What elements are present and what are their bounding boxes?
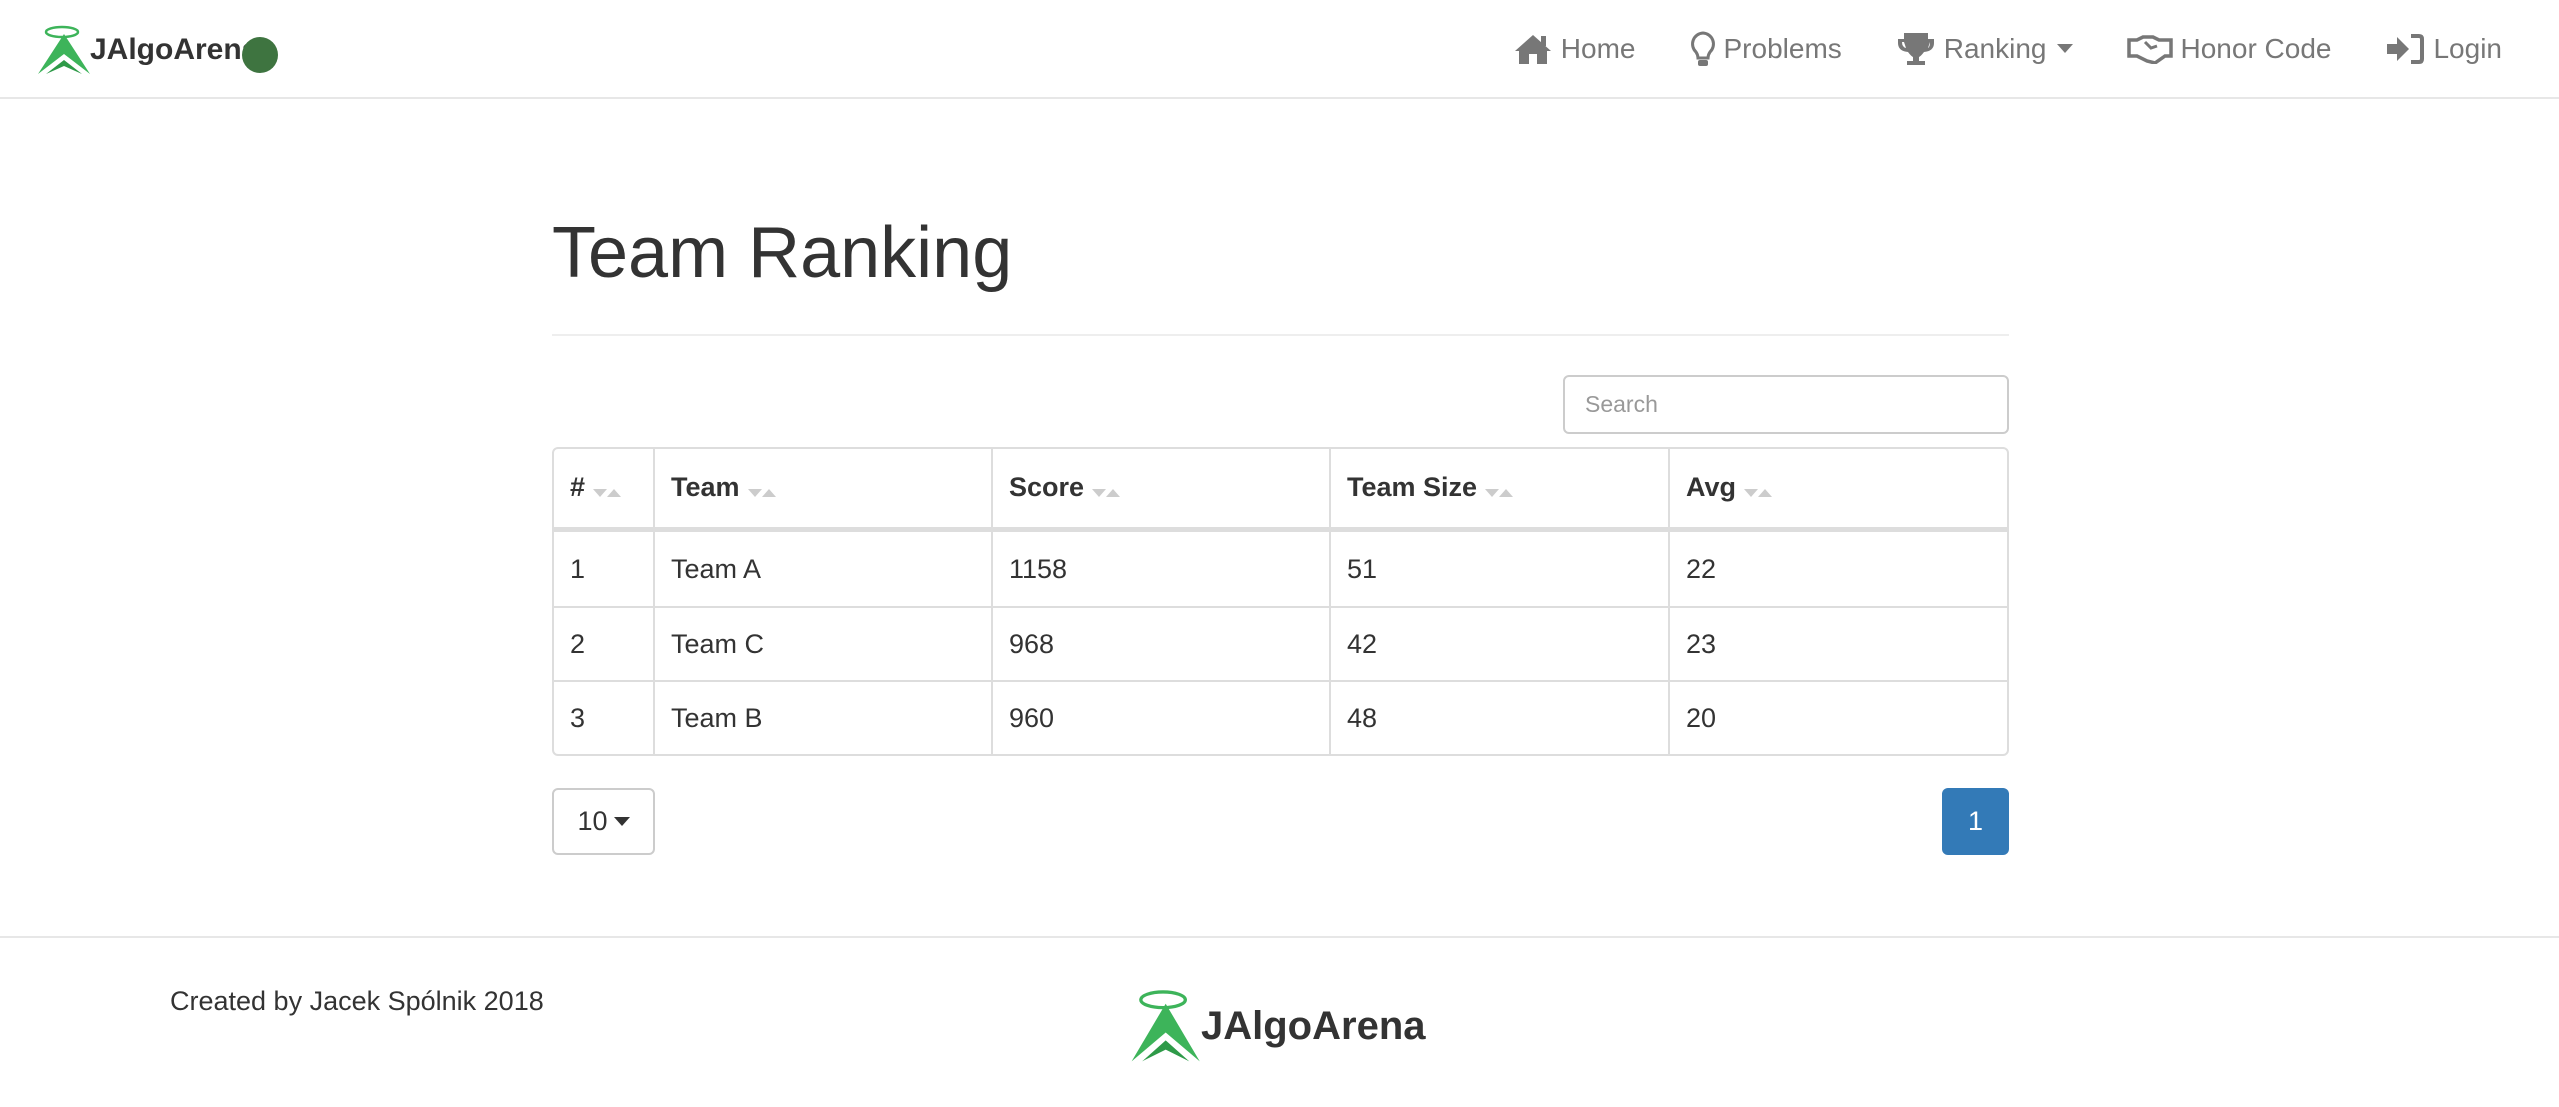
pagination-page-1[interactable]: 1: [1942, 788, 2009, 855]
cell-score: 968: [993, 606, 1331, 680]
search-input[interactable]: [1563, 375, 2009, 434]
cell-rank: 3: [554, 680, 655, 754]
sort-icon: [1744, 473, 1773, 504]
footer: Created by Jacek Spólnik 2018 JAlgoArena: [0, 936, 2559, 1107]
sort-icon: [747, 473, 776, 504]
divider: [552, 334, 2009, 336]
column-header-avg[interactable]: Avg: [1670, 449, 2007, 532]
handshake-icon: [2126, 34, 2173, 64]
cell-team: Team C: [655, 606, 993, 680]
nav-problems-label: Problems: [1723, 32, 1842, 64]
page-size-dropdown[interactable]: 10: [552, 788, 655, 855]
page-title: Team Ranking: [552, 213, 1013, 293]
cell-team-size: 51: [1331, 532, 1670, 606]
cell-avg: 23: [1670, 606, 2007, 680]
nav-login-label: Login: [2433, 32, 2502, 64]
table-row: 2 Team C 968 42 23: [554, 606, 2007, 680]
nav-honor-code-label: Honor Code: [2180, 32, 2332, 64]
cell-rank: 1: [554, 532, 655, 606]
chevron-down-icon: [2056, 44, 2073, 53]
home-icon: [1514, 34, 1551, 64]
footer-logo-text: JAlgoArena: [1201, 1003, 1426, 1048]
table-row: 3 Team B 960 48 20: [554, 680, 2007, 754]
column-header-team[interactable]: Team: [655, 449, 993, 532]
cell-team-size: 48: [1331, 680, 1670, 754]
logo-icon: [38, 25, 90, 74]
brand-name: JAlgoArena: [90, 33, 259, 66]
lightbulb-icon: [1690, 30, 1715, 66]
cell-team: Team B: [655, 680, 993, 754]
footer-credit: Created by Jacek Spólnik 2018: [170, 986, 544, 1016]
column-header-score[interactable]: Score: [993, 449, 1331, 532]
logo-icon: [1131, 990, 1200, 1062]
navbar: JAlgoArena Home Problems Ranking Honor C…: [0, 0, 2559, 99]
cell-team-size: 42: [1331, 606, 1670, 680]
cell-avg: 22: [1686, 553, 1717, 584]
nav-home-label: Home: [1560, 32, 1636, 64]
table-header-row: # Team Score Team Size Avg: [554, 449, 2007, 532]
column-header-team-size[interactable]: Team Size: [1331, 449, 1670, 532]
sort-icon: [593, 473, 622, 504]
cell-team: Team A: [655, 532, 993, 606]
column-header-rank[interactable]: #: [554, 449, 655, 532]
table-row: 1 Team A 1158 51 22: [554, 532, 2007, 606]
status-indicator: [242, 37, 278, 73]
nav-home[interactable]: Home: [1486, 33, 1663, 65]
sign-in-icon: [2387, 33, 2425, 64]
brand-logo[interactable]: JAlgoArena: [36, 24, 258, 76]
cell-rank: 2: [554, 606, 655, 680]
nav-ranking-dropdown[interactable]: Ranking: [1869, 31, 2100, 67]
nav-honor-code[interactable]: Honor Code: [2100, 33, 2359, 65]
sort-icon: [1485, 473, 1514, 504]
cell-avg: 20: [1670, 680, 2007, 754]
nav-login[interactable]: Login: [2358, 33, 2529, 65]
cell-score: 1158: [993, 532, 1331, 606]
chevron-down-icon: [613, 817, 630, 826]
nav-ranking-label: Ranking: [1943, 32, 2047, 64]
sort-icon: [1092, 473, 1121, 504]
nav-problems[interactable]: Problems: [1663, 30, 1869, 67]
team-ranking-table: # Team Score Team Size Avg 1 Team A 1158…: [552, 447, 2009, 756]
cell-score: 960: [993, 680, 1331, 754]
trophy-icon: [1897, 32, 1934, 65]
footer-logo: JAlgoArena: [1129, 988, 1426, 1064]
